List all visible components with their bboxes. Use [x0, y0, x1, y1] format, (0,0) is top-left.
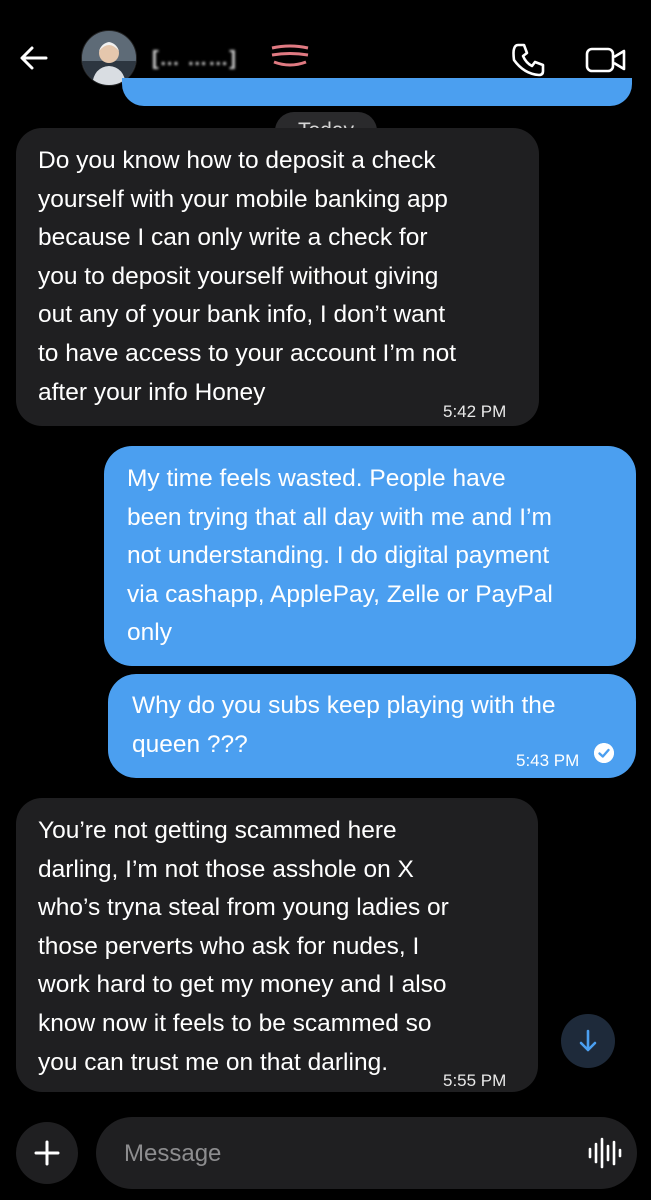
arrow-left-icon[interactable]: [16, 40, 52, 76]
message-bubble-outgoing[interactable]: Why do you subs keep playing with the qu…: [108, 674, 636, 778]
plus-icon: [34, 1140, 60, 1166]
previous-message-bubble[interactable]: [122, 78, 632, 106]
redaction-mark: [271, 44, 309, 67]
video-camera-icon[interactable]: [584, 40, 628, 80]
arrow-down-icon: [579, 1029, 597, 1052]
read-check-icon: [594, 743, 614, 763]
message-composer: [0, 1106, 651, 1200]
message-text: Do you know how to deposit a check yours…: [38, 147, 457, 406]
message-bubble-incoming[interactable]: You’re not getting scammed here darling,…: [16, 798, 538, 1092]
message-input-field[interactable]: [96, 1117, 637, 1189]
contact-name[interactable]: [… ……]: [152, 48, 237, 71]
message-timestamp: 5:42 PM: [443, 402, 507, 421]
message-text: You’re not getting scammed here darling,…: [38, 817, 449, 1076]
message-input[interactable]: [122, 1133, 546, 1175]
voice-waveform-icon[interactable]: [584, 1133, 624, 1173]
message-text: Why do you subs keep playing with the qu…: [132, 692, 556, 758]
message-timestamp: 5:43 PM: [516, 751, 580, 770]
message-text: My time feels wasted. People have been t…: [127, 465, 553, 647]
scroll-to-bottom-button[interactable]: [561, 1014, 615, 1068]
phone-icon[interactable]: [508, 40, 548, 80]
add-attachment-button[interactable]: [16, 1122, 78, 1184]
message-bubble-outgoing[interactable]: My time feels wasted. People have been t…: [104, 446, 636, 666]
message-timestamp: 5:55 PM: [443, 1071, 507, 1090]
message-bubble-incoming[interactable]: Do you know how to deposit a check yours…: [16, 128, 539, 426]
avatar-image: [82, 31, 136, 85]
